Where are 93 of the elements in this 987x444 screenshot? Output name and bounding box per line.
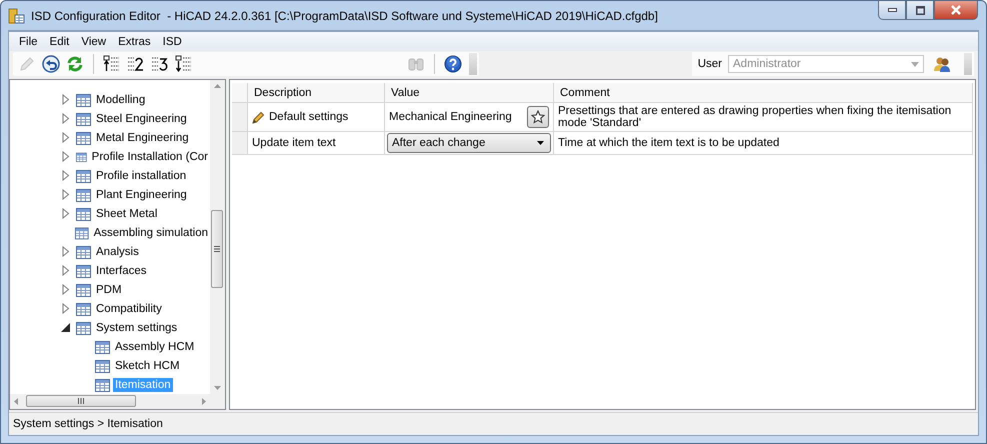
table-icon: [76, 320, 91, 334]
expand-arrow-icon[interactable]: [60, 151, 71, 162]
users-icon: [933, 55, 951, 73]
undo-icon: [42, 55, 60, 73]
horizontal-scrollbar[interactable]: [10, 394, 210, 409]
tree-item[interactable]: Assembling simulation: [92, 226, 210, 240]
table-icon: [95, 358, 110, 372]
menu-item[interactable]: File: [13, 34, 44, 50]
row-header-corner: [232, 83, 248, 103]
expand-arrow-icon[interactable]: [60, 208, 71, 219]
expand-arrow-icon[interactable]: [60, 303, 71, 314]
star-icon: [531, 110, 545, 124]
table-icon: [76, 150, 87, 164]
tree-item[interactable]: Plant Engineering: [94, 188, 189, 202]
menu-item[interactable]: Extras: [112, 34, 157, 50]
status-text: System settings > Itemisation: [13, 418, 163, 430]
tree-item[interactable]: Steel Engineering: [94, 112, 189, 126]
tree-item[interactable]: Sheet Metal: [94, 206, 160, 220]
pencil-icon: [18, 55, 36, 73]
expand-arrow-icon[interactable]: [60, 94, 71, 105]
tree-item[interactable]: Profile installation: [94, 168, 188, 182]
table-icon: [76, 206, 91, 220]
table-icon: [76, 130, 91, 144]
undo-button[interactable]: [40, 53, 62, 75]
minimize-button[interactable]: [878, 1, 906, 20]
value-dropdown[interactable]: After each change: [387, 133, 551, 153]
user-label: User: [698, 58, 722, 70]
tree-item[interactable]: Analysis: [94, 244, 141, 258]
table-icon: [76, 282, 91, 296]
expand-arrow-icon[interactable]: [60, 265, 71, 276]
scroll-left-icon: [14, 398, 18, 405]
dropdown-arrow-icon: [911, 62, 919, 66]
tree-item[interactable]: Profile Installation (Cor: [90, 150, 210, 164]
column-header[interactable]: Comment: [554, 83, 973, 103]
move-down-icon: [175, 55, 193, 73]
column-header[interactable]: Description: [248, 83, 385, 103]
expand-arrow-icon[interactable]: [60, 113, 71, 124]
table-icon: [76, 244, 91, 258]
table-cell-text: Presettings that are entered as drawing properties when fixing the itemisation mode 'Standard': [558, 105, 952, 129]
table-icon: [74, 226, 89, 240]
table-cell: Time at which the item text is to be updated: [558, 137, 780, 149]
menu-item[interactable]: Edit: [44, 34, 76, 50]
maximize-icon: [916, 6, 924, 14]
collapse-arrow-icon[interactable]: [60, 322, 71, 333]
app-icon: [7, 6, 25, 24]
dropdown-arrow-icon: [537, 141, 544, 145]
window-title: ISD Configuration Editor - HiCAD 24.2.0.361 [C:\ProgramData\ISD Software und Systeme\HiCAD 2019\HiCAD.cfgdb]: [31, 8, 659, 22]
table-icon: [76, 92, 91, 106]
tree-item[interactable]: Sketch HCM: [113, 358, 182, 372]
table-cell: Mechanical Engineering: [389, 111, 512, 123]
table-cell: Default settings: [269, 111, 348, 123]
favorite-button[interactable]: [527, 106, 549, 128]
tree-item[interactable]: System settings: [94, 320, 180, 334]
grip-icon: [214, 246, 220, 252]
minimize-icon: [888, 8, 896, 12]
menu-item[interactable]: View: [75, 34, 112, 50]
expand-arrow-icon[interactable]: [60, 132, 71, 143]
refresh-icon: [66, 55, 84, 73]
table-icon: [76, 168, 91, 182]
toolbar-grip[interactable]: [964, 53, 972, 75]
table-icon: [76, 264, 91, 278]
level-two-icon: [127, 55, 145, 73]
scroll-down-icon: [214, 386, 221, 390]
close-icon: [951, 5, 961, 15]
expand-arrow-icon[interactable]: [60, 284, 71, 295]
tree-item[interactable]: Interfaces: [94, 264, 148, 278]
toolbar-grip[interactable]: [469, 53, 477, 75]
table-icon: [95, 340, 110, 354]
help-icon: [444, 55, 462, 73]
vertical-scrollbar[interactable]: [210, 80, 225, 394]
table-icon: [76, 188, 91, 202]
tree-item[interactable]: Modelling: [94, 92, 148, 106]
table-cell: Update item text: [252, 137, 336, 149]
menu-item[interactable]: ISD: [156, 34, 188, 50]
column-header[interactable]: Value: [385, 83, 554, 103]
tree-item[interactable]: Metal Engineering: [94, 130, 191, 144]
expand-arrow-icon[interactable]: [60, 246, 71, 257]
tree-item[interactable]: Compatibility: [94, 302, 164, 316]
help-button[interactable]: [442, 53, 464, 75]
scroll-up-icon: [214, 84, 221, 88]
maximize-button[interactable]: [906, 1, 934, 20]
tree-item[interactable]: Assembly HCM: [113, 340, 196, 354]
expand-arrow-icon[interactable]: [60, 170, 71, 181]
grip-icon: [78, 398, 84, 404]
scroll-right-icon: [202, 398, 206, 405]
tree-item[interactable]: PDM: [94, 282, 124, 296]
level-three-icon: [151, 55, 169, 73]
move-up-icon: [103, 55, 121, 73]
table-icon: [76, 302, 91, 316]
table-icon: [76, 112, 91, 126]
table-icon: [95, 378, 110, 392]
close-button[interactable]: [934, 1, 978, 20]
expand-arrow-icon[interactable]: [60, 189, 71, 200]
